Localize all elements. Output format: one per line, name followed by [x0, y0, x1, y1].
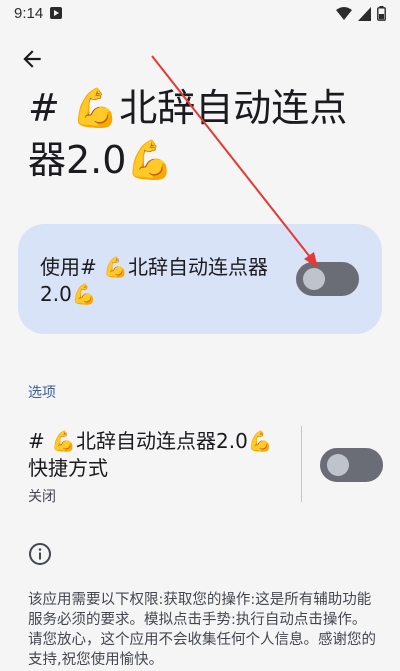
battery-icon [377, 6, 386, 21]
status-icons [336, 6, 386, 21]
cellular-signal-icon [358, 6, 371, 21]
shortcut-option[interactable]: # 💪北辞自动连点器2.0💪快捷方式 关闭 [28, 424, 383, 505]
app-notification-icon [50, 7, 62, 19]
status-bar: 9:14 [0, 0, 400, 28]
permission-description: 该应用需要以下权限:获取您的操作:这是所有辅助功能服务必须的要求。模拟点击手势:… [28, 592, 376, 668]
shortcut-title: # 💪北辞自动连点器2.0💪快捷方式 [28, 429, 273, 480]
back-arrow-icon[interactable] [19, 46, 45, 72]
status-time: 9:14 [14, 5, 44, 22]
toggle-knob [303, 268, 325, 290]
toggle-knob [327, 454, 349, 476]
shortcut-toggle-switch[interactable] [320, 448, 383, 482]
main-switch-label: 使用# 💪北辞自动连点器2.0💪 [40, 255, 269, 306]
info-icon [29, 543, 51, 565]
main-switch-card[interactable]: 使用# 💪北辞自动连点器2.0💪 [18, 224, 382, 334]
section-header-options: 选项 [28, 385, 56, 401]
vertical-divider [301, 426, 302, 502]
wifi-icon [336, 6, 352, 20]
shortcut-status: 关闭 [28, 489, 56, 505]
main-toggle-switch[interactable] [296, 262, 359, 296]
page-title: # 💪北辞自动连点器2.0💪 [28, 86, 348, 182]
